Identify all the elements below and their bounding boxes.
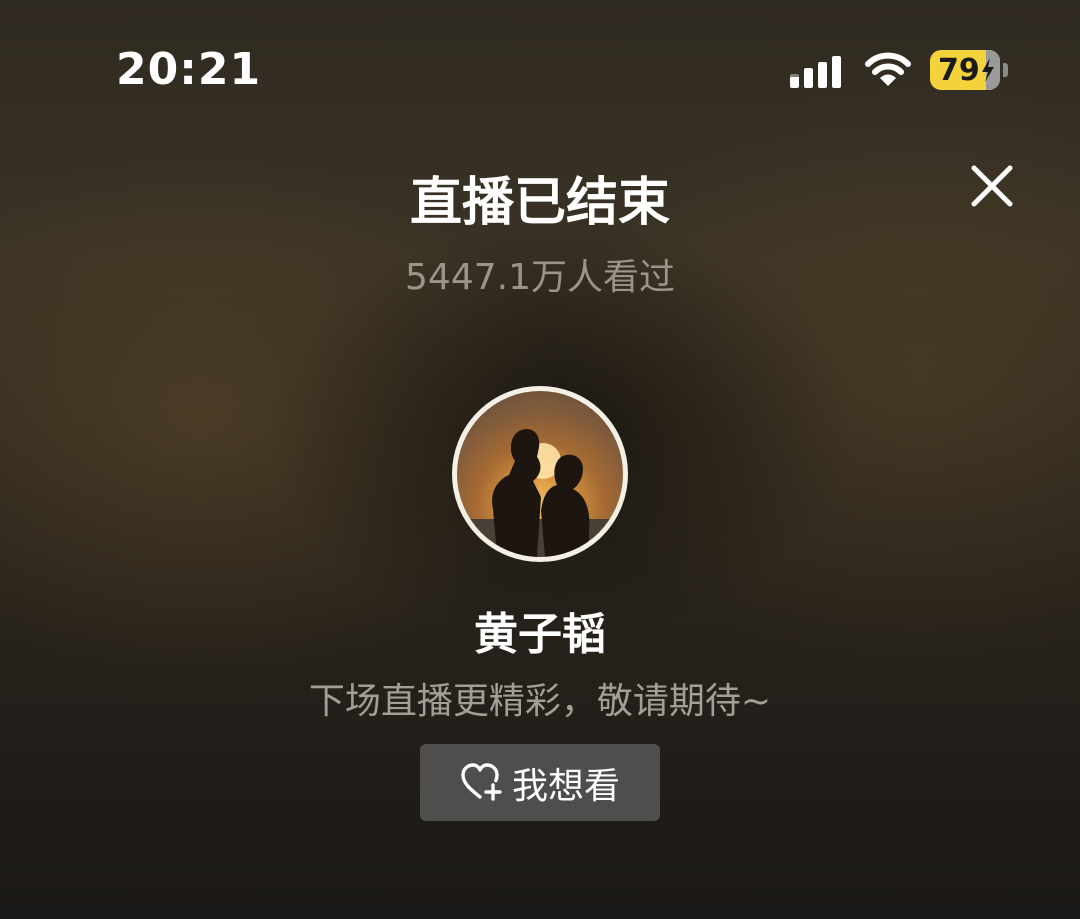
charging-bolt-icon (981, 58, 994, 82)
avatar-silhouette-icon (457, 428, 623, 557)
streamer-message: 下场直播更精彩，敬请期待~ (308, 681, 772, 722)
battery-level: 79 (938, 52, 980, 88)
streamer-name: 黄子韬 (474, 609, 606, 660)
avatar[interactable] (452, 386, 628, 562)
status-time: 20:21 (116, 44, 262, 95)
status-bar: 20:21 79 (0, 0, 1080, 140)
wifi-icon (865, 52, 911, 86)
battery-icon: 79 (930, 50, 1008, 90)
want-to-watch-button[interactable]: 我想看 (420, 744, 660, 821)
page-title: 直播已结束 (409, 173, 670, 233)
signal-icon (790, 56, 841, 88)
want-to-watch-label: 我想看 (511, 765, 620, 807)
close-icon[interactable] (966, 160, 1018, 212)
heart-plus-icon (461, 762, 502, 801)
view-count: 5447.1万人看过 (405, 257, 675, 298)
